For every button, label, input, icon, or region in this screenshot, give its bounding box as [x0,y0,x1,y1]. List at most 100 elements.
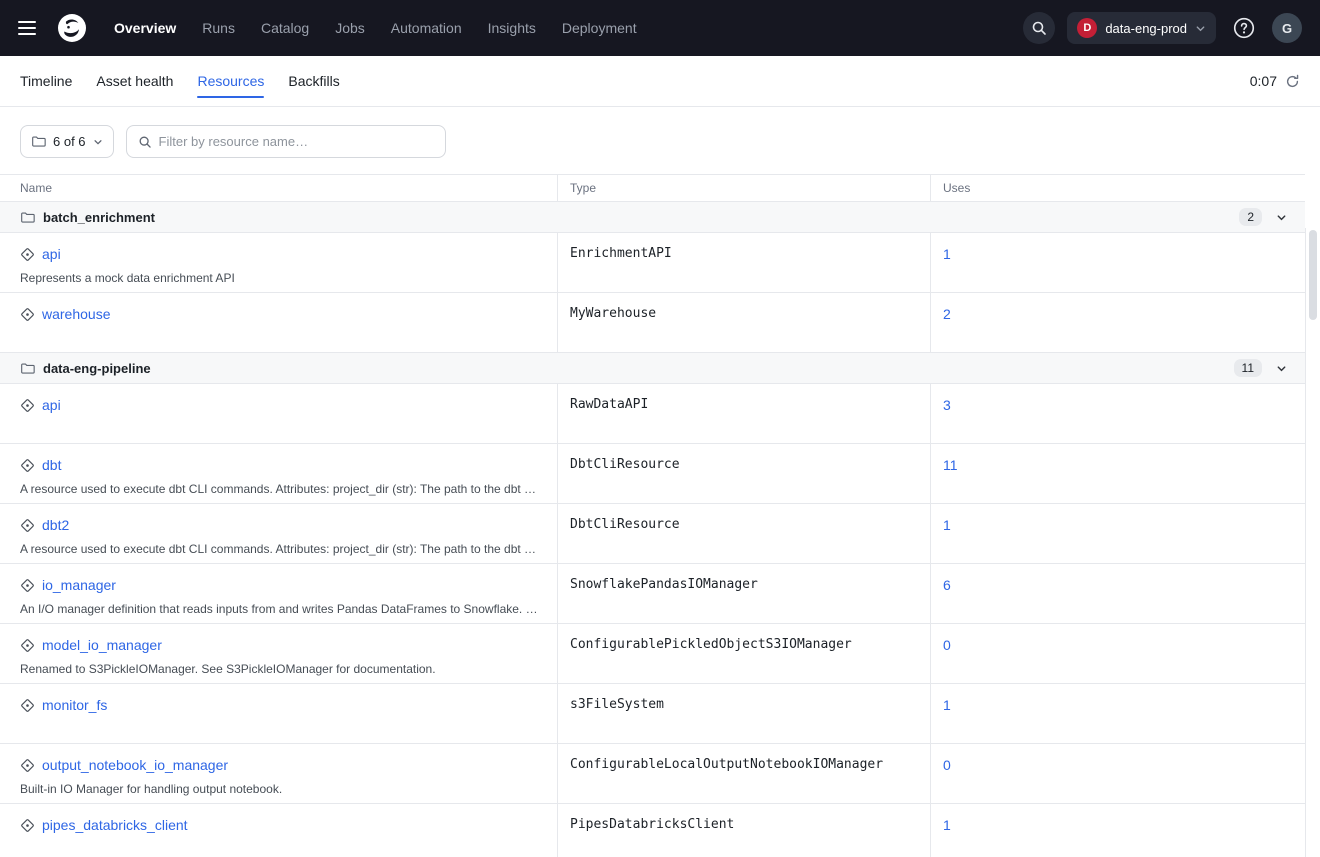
filter-bar: 6 of 6 [0,107,1320,174]
folder-icon [31,134,46,149]
resource-name-link[interactable]: api [42,246,61,262]
table-row: output_notebook_io_manager Built-in IO M… [0,744,1305,804]
resource-type: RawDataAPI [557,384,930,443]
resource-uses-link[interactable]: 0 [943,637,951,653]
group-count-filter-button[interactable]: 6 of 6 [20,125,114,158]
resource-uses-link[interactable]: 1 [943,517,951,533]
table-row: monitor_fs s3FileSystem 1 [0,684,1305,744]
resource-type: s3FileSystem [557,684,930,743]
tab-backfills[interactable]: Backfills [288,56,339,106]
deployment-name: data-eng-prod [1105,21,1187,36]
resource-type: DbtCliResource [557,504,930,563]
resource-icon [20,398,35,413]
group-row-data-eng-pipeline[interactable]: data-eng-pipeline 11 [0,353,1305,384]
folder-icon [20,210,35,225]
column-header-type: Type [557,175,930,201]
resource-uses-link[interactable]: 1 [943,697,951,713]
resource-icon [20,458,35,473]
table-row: io_manager An I/O manager definition tha… [0,564,1305,624]
resource-description: A resource used to execute dbt CLI comma… [20,542,541,556]
table-row: warehouse MyWarehouse 2 [0,293,1305,353]
resource-icon [20,758,35,773]
column-header-uses: Uses [930,175,1305,201]
resource-uses-link[interactable]: 11 [943,457,958,473]
group-name: data-eng-pipeline [43,361,151,376]
nav-item-runs[interactable]: Runs [202,20,235,36]
resource-description: An I/O manager definition that reads inp… [20,602,541,616]
avatar[interactable]: G [1272,13,1302,43]
group-count-badge: 2 [1239,208,1262,226]
resources-table: Name Type Uses batch_enrichment 2 api Re… [0,174,1305,857]
group-count-badge: 11 [1234,359,1262,377]
resource-uses-link[interactable]: 3 [943,397,951,413]
resource-description: Built-in IO Manager for handling output … [20,782,541,796]
resource-name-link[interactable]: warehouse [42,306,111,322]
table-row: api RawDataAPI 3 [0,384,1305,444]
resource-type: EnrichmentAPI [557,233,930,292]
resource-uses-link[interactable]: 6 [943,577,951,593]
resource-icon [20,518,35,533]
chevron-down-icon [1195,23,1206,34]
resource-uses-link[interactable]: 2 [943,306,951,322]
group-name: batch_enrichment [43,210,155,225]
resource-name-link[interactable]: dbt [42,457,61,473]
folder-icon [20,361,35,376]
table-row: api Represents a mock data enrichment AP… [0,233,1305,293]
resource-uses-link[interactable]: 1 [943,246,951,262]
resource-icon [20,247,35,262]
search-icon[interactable] [1023,12,1055,44]
resource-uses-link[interactable]: 1 [943,817,951,833]
resource-name-link[interactable]: io_manager [42,577,116,593]
nav-item-jobs[interactable]: Jobs [335,20,365,36]
resource-name-link[interactable]: api [42,397,61,413]
resource-icon [20,818,35,833]
scrollbar-thumb[interactable] [1309,230,1317,320]
nav-item-automation[interactable]: Automation [391,20,462,36]
table-row: pipes_databricks_client PipesDatabricksC… [0,804,1305,857]
resource-uses-link[interactable]: 0 [943,757,951,773]
help-icon[interactable] [1228,12,1260,44]
top-nav: Overview Runs Catalog Jobs Automation In… [0,0,1320,56]
nav-item-overview[interactable]: Overview [114,20,176,36]
tab-resources[interactable]: Resources [197,56,264,106]
table-header: Name Type Uses [0,174,1305,202]
table-row: dbt2 A resource used to execute dbt CLI … [0,504,1305,564]
dagster-logo[interactable] [56,12,88,44]
tab-asset-health[interactable]: Asset health [96,56,173,106]
resource-name-link[interactable]: dbt2 [42,517,69,533]
resource-name-link[interactable]: output_notebook_io_manager [42,757,228,773]
table-row: model_io_manager Renamed to S3PickleIOMa… [0,624,1305,684]
resource-icon [20,698,35,713]
refresh-icon[interactable] [1285,74,1300,89]
resource-type: DbtCliResource [557,444,930,503]
resource-description: Renamed to S3PickleIOManager. See S3Pick… [20,662,541,676]
resource-type: MyWarehouse [557,293,930,352]
resource-name-link[interactable]: pipes_databricks_client [42,817,188,833]
resource-name-link[interactable]: model_io_manager [42,637,162,653]
resource-description: A resource used to execute dbt CLI comma… [20,482,541,496]
resource-description: Represents a mock data enrichment API [20,271,541,285]
nav-item-catalog[interactable]: Catalog [261,20,309,36]
resource-icon [20,638,35,653]
column-header-name: Name [0,175,557,201]
nav-item-deployment[interactable]: Deployment [562,20,637,36]
resource-icon [20,307,35,322]
chevron-down-icon[interactable] [1276,212,1287,223]
resource-name-link[interactable]: monitor_fs [42,697,107,713]
nav-menu: Overview Runs Catalog Jobs Automation In… [114,20,637,36]
group-row-batch-enrichment[interactable]: batch_enrichment 2 [0,202,1305,233]
tab-timeline[interactable]: Timeline [20,56,72,106]
resource-type: ConfigurablePickledObjectS3IOManager [557,624,930,683]
chevron-down-icon[interactable] [1276,363,1287,374]
hamburger-menu-icon[interactable] [18,16,42,40]
deployment-switcher[interactable]: D data-eng-prod [1067,12,1216,44]
resource-icon [20,578,35,593]
vertical-scrollbar[interactable] [1305,228,1320,857]
refresh-timer: 0:07 [1250,73,1277,89]
resource-filter-input[interactable] [159,134,434,149]
resource-filter-box [126,125,446,158]
deployment-badge: D [1077,18,1097,38]
search-icon [138,135,152,149]
table-row: dbt A resource used to execute dbt CLI c… [0,444,1305,504]
nav-item-insights[interactable]: Insights [488,20,536,36]
